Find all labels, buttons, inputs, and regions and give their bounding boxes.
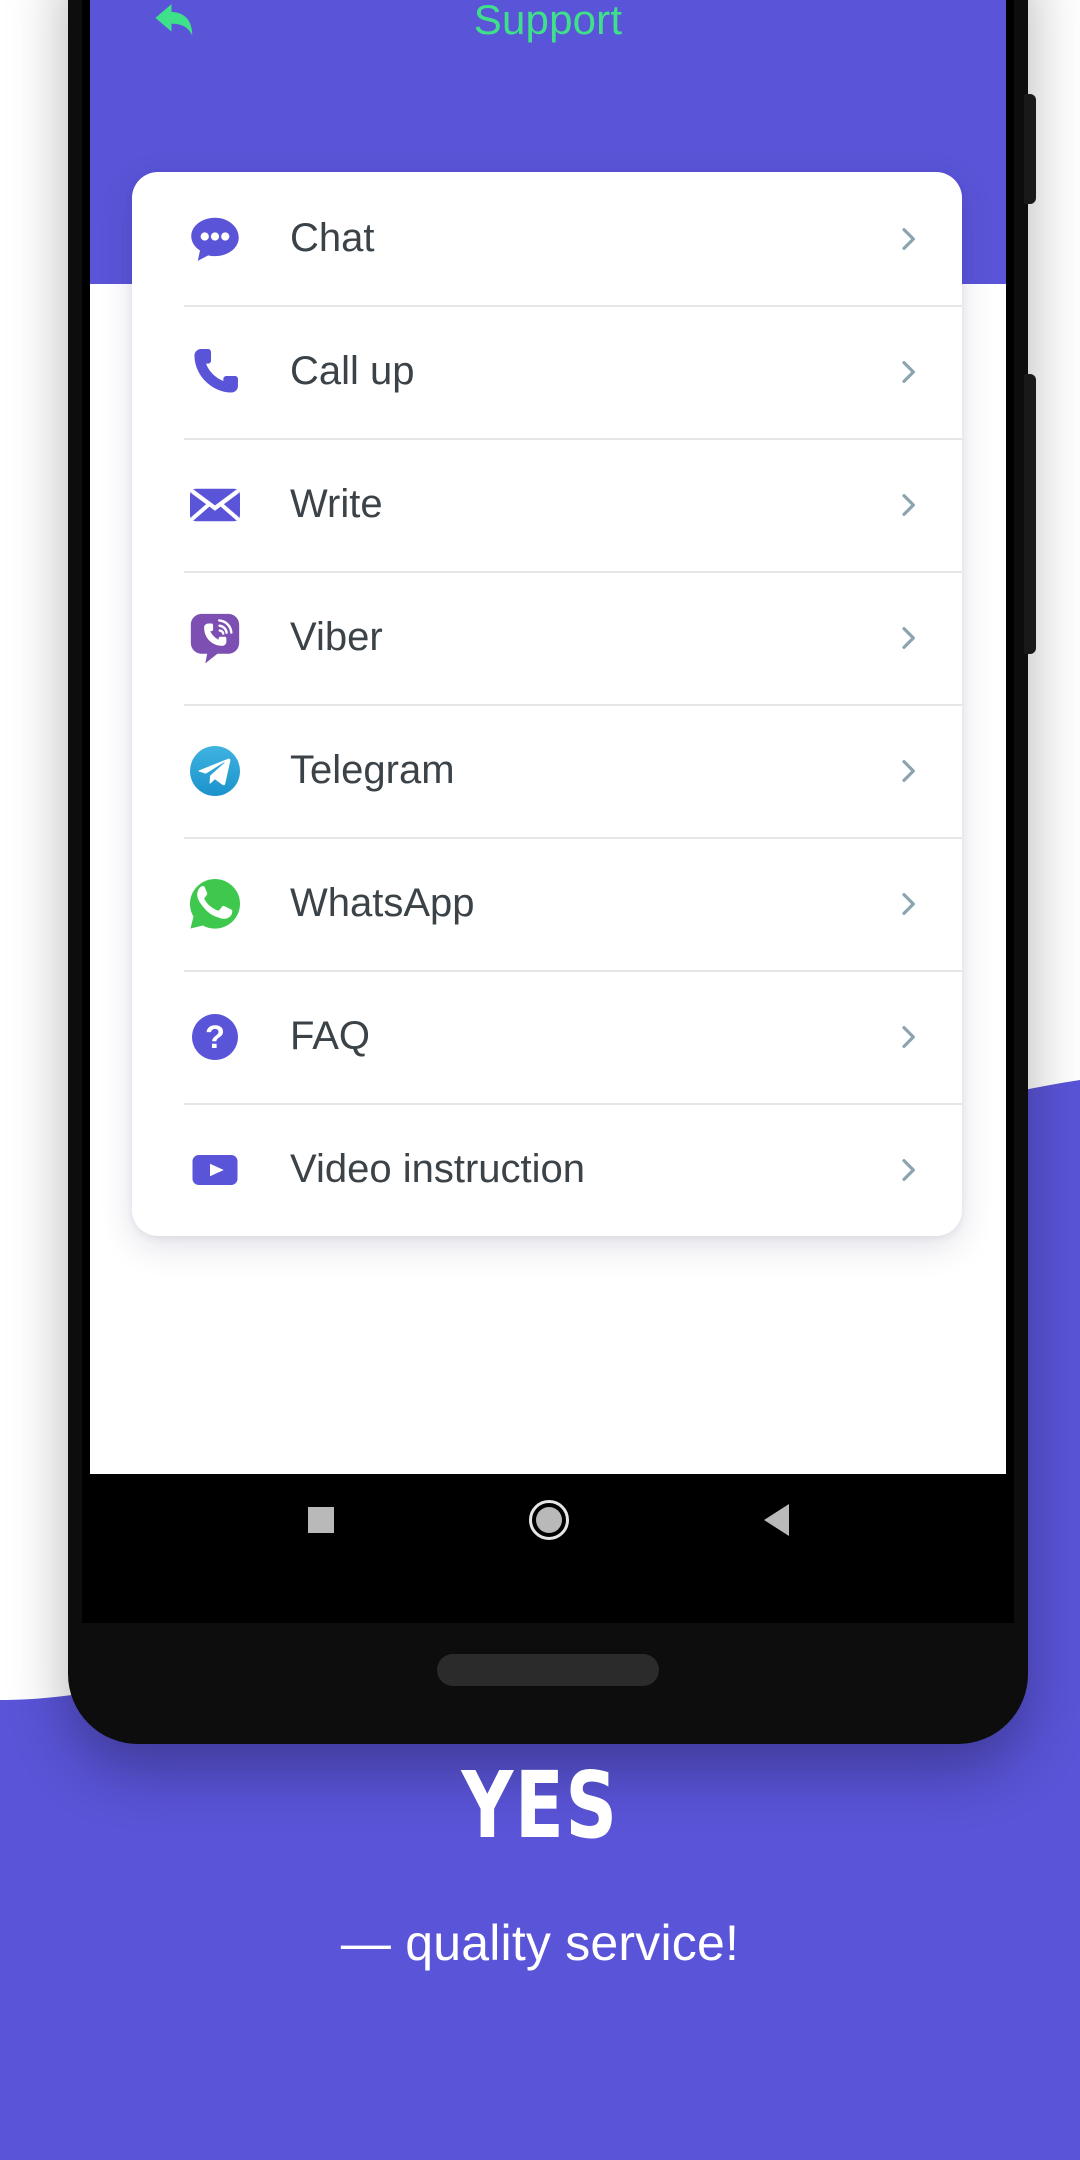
menu-item-label: Telegram: [290, 748, 455, 792]
phone-bezel: Support Chat Call up Write Viber Telegra…: [82, 0, 1014, 1623]
viber-icon: [184, 607, 246, 669]
chevron-right-icon: [888, 1017, 928, 1057]
screenshot-stage: Support Chat Call up Write Viber Telegra…: [0, 0, 1080, 2160]
chevron-right-icon: [888, 1150, 928, 1190]
menu-item-faq[interactable]: ? FAQ: [132, 970, 962, 1103]
power-button[interactable]: [1024, 94, 1036, 204]
envelope-icon: [184, 474, 246, 536]
menu-item-label: Video instruction: [290, 1147, 585, 1191]
menu-item-write[interactable]: Write: [132, 438, 962, 571]
svg-text:?: ?: [205, 1017, 225, 1054]
chevron-right-icon: [888, 219, 928, 259]
menu-item-telegram[interactable]: Telegram: [132, 704, 962, 837]
volume-button[interactable]: [1024, 374, 1036, 654]
menu-item-viber[interactable]: Viber: [132, 571, 962, 704]
chat-bubble-icon: [184, 208, 246, 270]
play-video-icon: [184, 1139, 246, 1201]
menu-item-video-instruction[interactable]: Video instruction: [132, 1103, 962, 1236]
menu-item-label: FAQ: [290, 1014, 371, 1058]
menu-item-label: Chat: [290, 216, 375, 260]
menu-item-label: Call up: [290, 349, 415, 393]
support-menu-card: Chat Call up Write Viber Telegram WhatsA…: [132, 172, 962, 1236]
triangle-back-icon[interactable]: [763, 1504, 789, 1536]
chevron-right-icon: [888, 618, 928, 658]
whatsapp-icon: [184, 873, 246, 935]
menu-item-label: WhatsApp: [290, 881, 475, 925]
back-arrow-icon: [155, 4, 193, 36]
back-button[interactable]: [138, 0, 212, 57]
square-recents-icon[interactable]: [307, 1507, 334, 1533]
speaker-grille: [437, 1654, 659, 1686]
menu-item-chat[interactable]: Chat: [132, 172, 962, 305]
menu-item-label: Viber: [290, 615, 383, 659]
chevron-right-icon: [888, 751, 928, 791]
android-navigation-bar: [90, 1474, 1006, 1566]
menu-item-call-up[interactable]: Call up: [132, 305, 962, 438]
chevron-right-icon: [888, 485, 928, 525]
chevron-right-icon: [888, 884, 928, 924]
chevron-right-icon: [888, 352, 928, 392]
question-mark-icon: ?: [184, 1006, 246, 1068]
menu-item-label: Write: [290, 482, 383, 526]
phone-device-frame: Support Chat Call up Write Viber Telegra…: [68, 0, 1036, 1744]
page-title: Support: [473, 0, 623, 43]
circle-home-icon[interactable]: [528, 1500, 569, 1540]
phone-icon: [184, 341, 246, 403]
telegram-icon: [184, 740, 246, 802]
menu-item-whatsapp[interactable]: WhatsApp: [132, 837, 962, 970]
phone-screen: Support Chat Call up Write Viber Telegra…: [90, 0, 1006, 1566]
